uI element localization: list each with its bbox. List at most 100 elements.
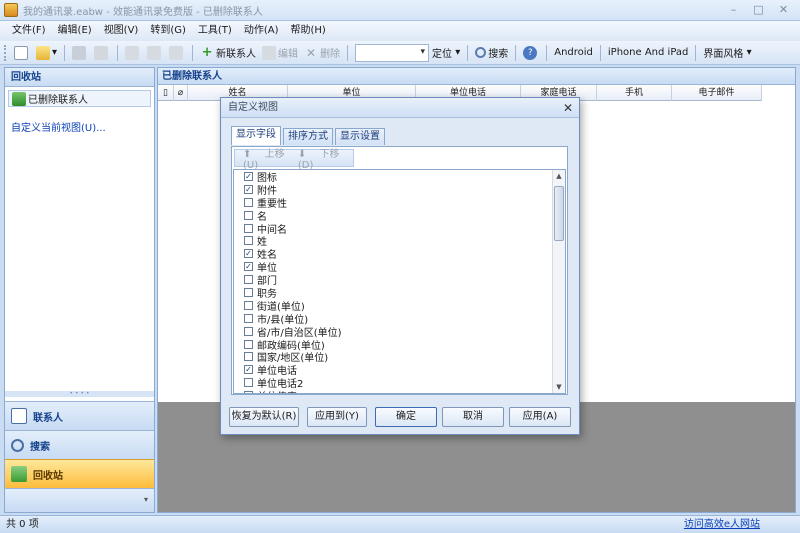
field-list-item[interactable]: ✓ 图标 [234,170,565,184]
nav-button-label: 回收站 [33,470,63,482]
move-toolbar: ⬆ 上移(U) ⬇ 下移(D) [234,149,354,171]
folder-deleted-contacts[interactable]: 已删除联系人 [8,90,151,107]
new-contact-button[interactable]: + 新联系人 [197,43,259,63]
field-list[interactable]: ✓ 图标 ✓ 附件 重要性名中间名姓 ✓ 姓名 ✓ 单位 部门 职务 街道(单位) 市/县(单位) 省/市… [233,169,566,394]
edit-button[interactable]: 编辑 [259,43,301,63]
move-down-button[interactable]: ⬇ 下移(D) [298,145,343,171]
field-checkbox[interactable] [244,326,253,336]
field-checkbox[interactable] [244,378,253,388]
nav-button-search[interactable]: 搜索 [5,430,154,459]
close-icon[interactable]: ✕ [771,2,796,18]
copy-button[interactable] [144,43,166,63]
content-header: 已删除联系人 [158,68,795,85]
field-checkbox[interactable] [244,300,253,310]
field-list-item[interactable]: 重要性 [234,196,565,210]
locate-button[interactable]: 定位 ▾ [429,43,463,63]
app-icon [4,3,18,17]
dialog-title: 自定义视图 [228,102,278,113]
field-label: 单位传真 [257,388,297,393]
menu-goto[interactable]: 转到(G) [144,21,192,41]
scroll-down-icon[interactable]: ▼ [553,381,565,393]
help-icon: ? [523,45,538,60]
field-checkbox[interactable]: ✓ [244,184,253,194]
field-list-item[interactable]: ✓ 单位 [234,260,565,274]
print-button[interactable] [69,43,91,63]
search-icon [475,47,487,58]
column-attachment[interactable]: ⌀ [174,85,188,101]
column-email[interactable]: 电子邮件 [672,85,762,101]
restore-default-button[interactable]: 恢复为默认(R) [229,407,299,427]
skin-button[interactable]: 界面风格 ▾ [700,43,754,63]
apply-to-button[interactable]: 应用到(Y) [307,407,367,427]
scroll-thumb[interactable] [554,186,564,241]
cancel-button[interactable]: 取消 [442,407,504,427]
field-checkbox[interactable] [244,352,253,362]
scroll-up-icon[interactable]: ▲ [553,170,565,182]
tab-display-settings[interactable]: 显示设置 [335,128,385,145]
move-up-button[interactable]: ⬆ 上移(U) [243,145,288,171]
tab-sort-order[interactable]: 排序方式 [283,128,333,145]
toolbar-separator [64,44,66,61]
magnifier-icon [11,438,24,452]
field-checkbox[interactable] [244,287,253,297]
field-list-item[interactable]: ✓ 姓名 [234,247,565,261]
menu-tools[interactable]: 工具(T) [192,21,238,41]
field-checkbox[interactable]: ✓ [244,249,253,259]
field-checkbox[interactable] [244,275,253,285]
search-button[interactable]: 搜索 [472,43,511,63]
help-button[interactable]: ? [520,43,542,63]
pane-splitter[interactable]: • • • • [5,391,154,397]
cut-button[interactable] [122,43,144,63]
website-link[interactable]: 访问高效e人网站 [684,516,760,533]
field-checkbox[interactable] [244,391,253,393]
paste-button[interactable] [166,43,188,63]
field-checkbox[interactable] [244,197,253,207]
preview-button[interactable] [91,43,113,63]
maximize-icon[interactable]: □ [746,2,771,18]
field-checkbox[interactable]: ✓ [244,262,253,272]
menu-file[interactable]: 文件(F) [6,21,52,41]
custom-view-dialog: 自定义视图 ✕ 显示字段 排序方式 显示设置 ⬆ 上移(U) ⬇ 下移(D) ✓… [220,97,580,435]
toolbar-grip[interactable] [4,44,7,61]
field-list-item[interactable]: 姓 [234,234,565,248]
open-folder-button[interactable]: ▾ [33,43,60,63]
arrow-up-icon: ⬆ [243,149,252,160]
preview-icon [94,45,109,60]
field-checkbox[interactable] [244,210,253,220]
close-icon[interactable]: ✕ [563,98,573,118]
iphone-button[interactable]: iPhone And iPad [605,43,691,63]
field-checkbox[interactable] [244,313,253,323]
minimize-icon[interactable]: – [721,2,746,18]
list-scrollbar[interactable]: ▲ ▼ [552,170,565,393]
field-checkbox[interactable]: ✓ [244,171,253,181]
ok-button[interactable]: 确定 [375,407,437,427]
toolbar-separator [117,44,119,61]
column-mobile[interactable]: 手机 [597,85,672,101]
custom-view-link[interactable]: 自定义当前视图(U)... [11,119,154,134]
field-checkbox[interactable] [244,339,253,349]
nav-button-contacts[interactable]: 联系人 [5,401,154,430]
menu-edit[interactable]: 编辑(E) [52,21,98,41]
tab-display-fields[interactable]: 显示字段 [231,126,281,145]
field-checkbox[interactable] [244,236,253,246]
field-list-item[interactable]: 部门 [234,273,565,287]
new-file-button[interactable] [11,43,33,63]
nav-configure-button[interactable]: ▾ [5,488,154,512]
delete-button[interactable]: ✕ 删除 [301,43,343,63]
menu-view[interactable]: 视图(V) [98,21,145,41]
field-checkbox[interactable]: ✓ [244,365,253,375]
field-checkbox[interactable] [244,223,253,233]
column-icon[interactable]: ▯ [158,85,174,101]
apply-button[interactable]: 应用(A) [509,407,571,427]
dialog-title-bar[interactable]: 自定义视图 ✕ [221,98,579,118]
locate-combo[interactable] [355,43,430,62]
toolbar-separator [515,44,517,61]
field-list-item[interactable]: 单位传真 [234,388,565,393]
android-button[interactable]: Android [551,43,596,63]
scissors-icon [125,45,140,60]
menu-help[interactable]: 帮助(H) [284,21,331,41]
field-list-item[interactable]: 中间名 [234,222,565,236]
skin-label: 界面风格 [703,49,744,60]
menu-actions[interactable]: 动作(A) [238,21,285,41]
nav-button-recycle-bin[interactable]: 回收站 [5,459,154,488]
